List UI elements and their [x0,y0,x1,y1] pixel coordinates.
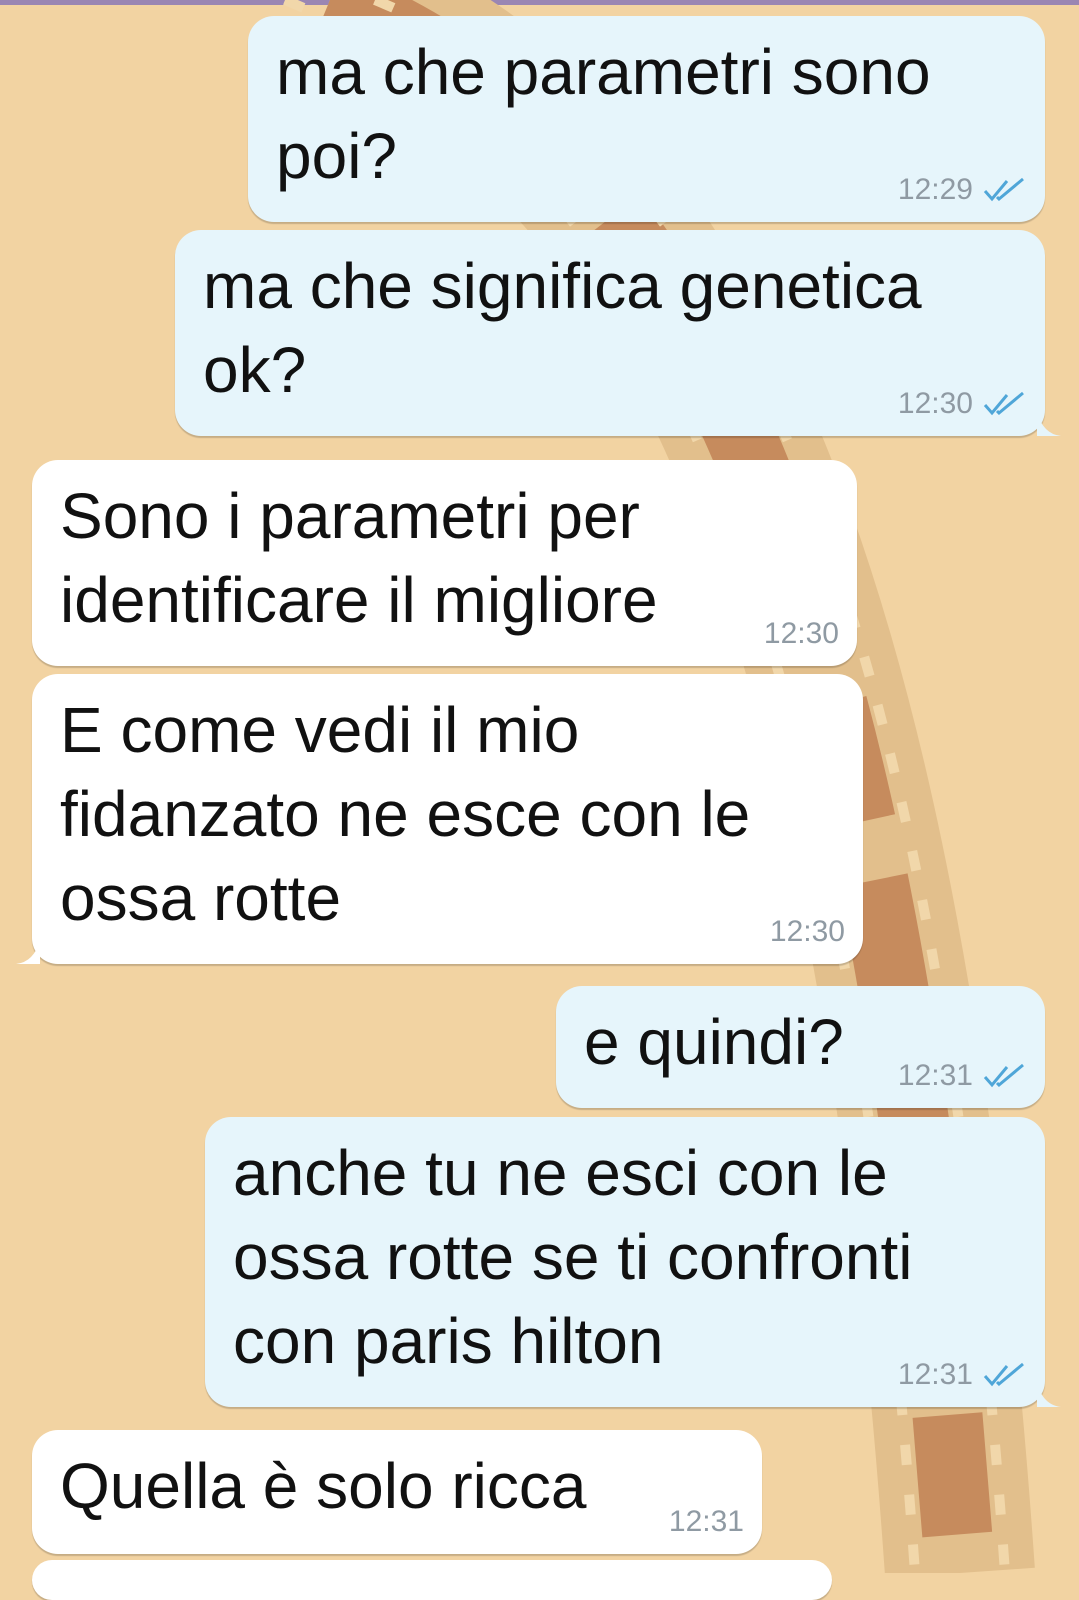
message-time: 12:29 [897,173,973,206]
message-meta: 12:31 [898,1357,1027,1393]
double-check-icon [983,177,1024,202]
message-bubble-incoming[interactable]: Quella è solo ricca 12:31 [32,1430,762,1554]
message-bubble-incoming-partial[interactable] [32,1560,832,1600]
bubble-tail [1037,412,1061,436]
double-check-icon [983,1362,1024,1387]
bubble-tail [1037,1383,1061,1407]
message-meta: 12:30 [764,616,839,652]
message-text: E come vedi il mio fidanzato ne esce con… [60,694,751,934]
bubble-tail [16,940,40,964]
message-time: 12:30 [763,617,839,650]
message-time: 12:30 [769,915,845,948]
message-text: Quella è solo ricca [60,1450,587,1522]
message-time: 12:30 [897,387,973,420]
message-bubble-outgoing[interactable]: ma che parametri sono poi? 12:29 [248,16,1045,222]
double-check-icon [983,1063,1024,1088]
message-text: ma che parametri sono poi? [276,36,931,192]
message-time: 12:31 [668,1505,744,1538]
message-bubble-incoming[interactable]: Sono i parametri per identificare il mig… [32,460,857,666]
message-bubble-outgoing[interactable]: ma che significa genetica ok? 12:30 [175,230,1061,436]
message-meta: 12:31 [898,1058,1027,1094]
message-time: 12:31 [897,1059,973,1092]
message-meta: 12:30 [770,914,845,950]
message-text: anche tu ne esci con le ossa rotte se ti… [233,1137,913,1377]
message-bubble-outgoing[interactable]: e quindi? 12:31 [556,986,1045,1108]
message-text: ma che significa genetica ok? [203,250,922,406]
message-text: Sono i parametri per identificare il mig… [60,480,658,636]
message-meta: 12:31 [669,1504,744,1540]
message-meta: 12:30 [898,386,1027,422]
message-meta: 12:29 [898,172,1027,208]
message-bubble-outgoing[interactable]: anche tu ne esci con le ossa rotte se ti… [205,1117,1061,1407]
message-text: e quindi? [584,1006,844,1078]
message-time: 12:31 [897,1358,973,1391]
double-check-icon [983,391,1024,416]
message-bubble-incoming[interactable]: E come vedi il mio fidanzato ne esce con… [16,674,863,964]
